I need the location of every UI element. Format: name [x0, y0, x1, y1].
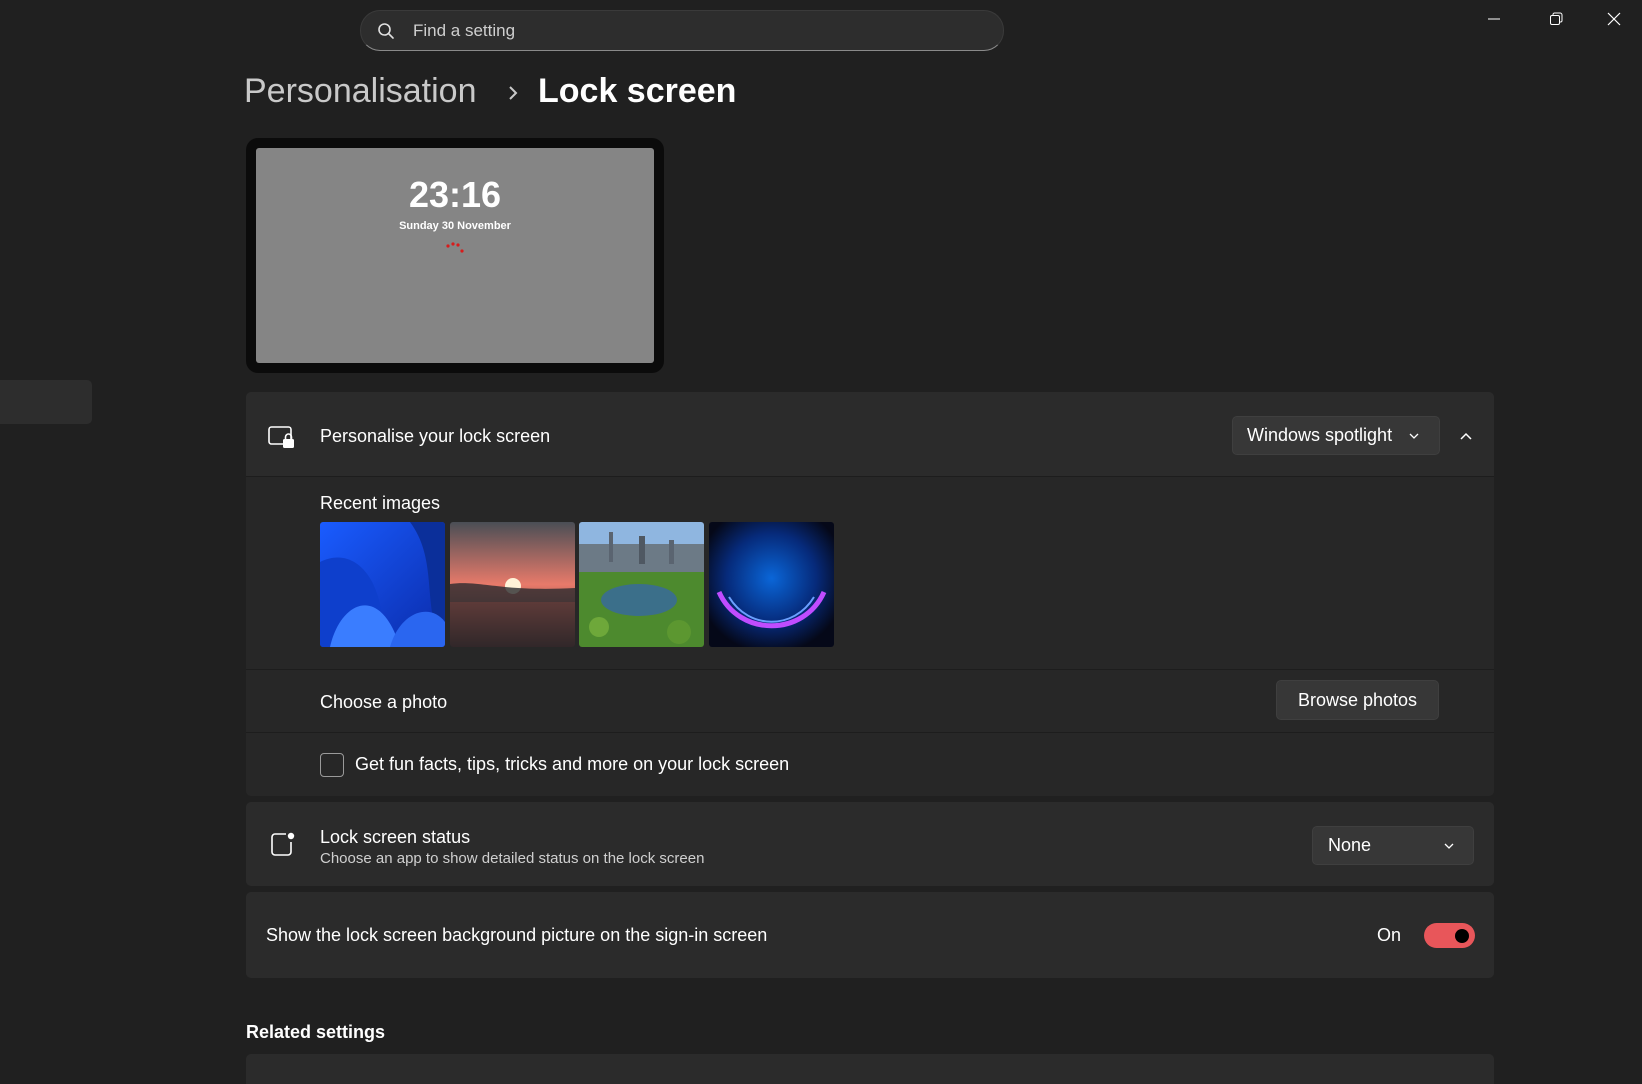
lock-screen-status-dropdown[interactable]: None: [1312, 826, 1474, 865]
page-title: Lock screen: [538, 72, 737, 110]
preview-screen: 23:16 Sunday 30 November: [256, 148, 654, 363]
signin-background-toggle[interactable]: [1424, 923, 1475, 948]
dropdown-value: Windows spotlight: [1247, 425, 1393, 445]
lock-screen-icon: [268, 426, 294, 448]
restore-button[interactable]: [1528, 0, 1584, 38]
related-settings-heading: Related settings: [246, 1022, 386, 1042]
loading-spinner-icon: [446, 242, 464, 253]
collapse-button[interactable]: [1448, 416, 1484, 455]
fun-facts-label: Get fun facts, tips, tricks and more on …: [355, 754, 790, 774]
close-button[interactable]: [1586, 0, 1642, 38]
recent-image-4[interactable]: [709, 522, 834, 647]
lock-screen-status-description: Choose an app to show detailed status on…: [320, 850, 705, 867]
close-icon: [1607, 12, 1621, 26]
signin-background-label: Show the lock screen background picture …: [266, 925, 768, 945]
restore-icon: [1550, 12, 1563, 25]
preview-date: Sunday 30 November: [399, 220, 511, 232]
toggle-state-label: On: [1377, 925, 1402, 945]
lock-screen-status-icon: [271, 832, 295, 856]
chevron-up-icon: [1460, 432, 1472, 440]
personalise-lock-screen-label: Personalise your lock screen: [320, 426, 551, 446]
browse-photos-button[interactable]: Browse photos: [1276, 680, 1439, 720]
breadcrumb-parent[interactable]: Personalisation: [244, 72, 476, 111]
search-input[interactable]: [411, 19, 975, 42]
sidebar-selected-item[interactable]: [0, 380, 92, 424]
recent-image-3[interactable]: [579, 522, 704, 647]
preview-time: 23:16: [408, 174, 502, 215]
lock-screen-preview: 23:16 Sunday 30 November: [246, 138, 664, 373]
fun-facts-checkbox[interactable]: [320, 753, 344, 777]
minimize-button[interactable]: [1466, 0, 1522, 38]
lock-screen-status-label: Lock screen status: [320, 827, 471, 847]
related-settings-card[interactable]: [246, 1054, 1494, 1084]
dropdown-value: None: [1328, 835, 1372, 855]
search-icon: [378, 22, 394, 39]
chevron-right-icon: [509, 86, 518, 100]
minimize-icon: [1488, 18, 1500, 20]
recent-image-2[interactable]: [450, 522, 575, 647]
recent-images-label: Recent images: [320, 493, 441, 513]
toggle-knob: [1455, 929, 1469, 943]
search-box[interactable]: [360, 10, 1004, 51]
choose-photo-label: Choose a photo: [320, 692, 448, 712]
chevron-down-icon: [1409, 433, 1419, 439]
lock-screen-background-dropdown[interactable]: Windows spotlight: [1232, 416, 1440, 455]
chevron-down-icon: [1444, 843, 1454, 849]
recent-image-1[interactable]: [320, 522, 445, 647]
